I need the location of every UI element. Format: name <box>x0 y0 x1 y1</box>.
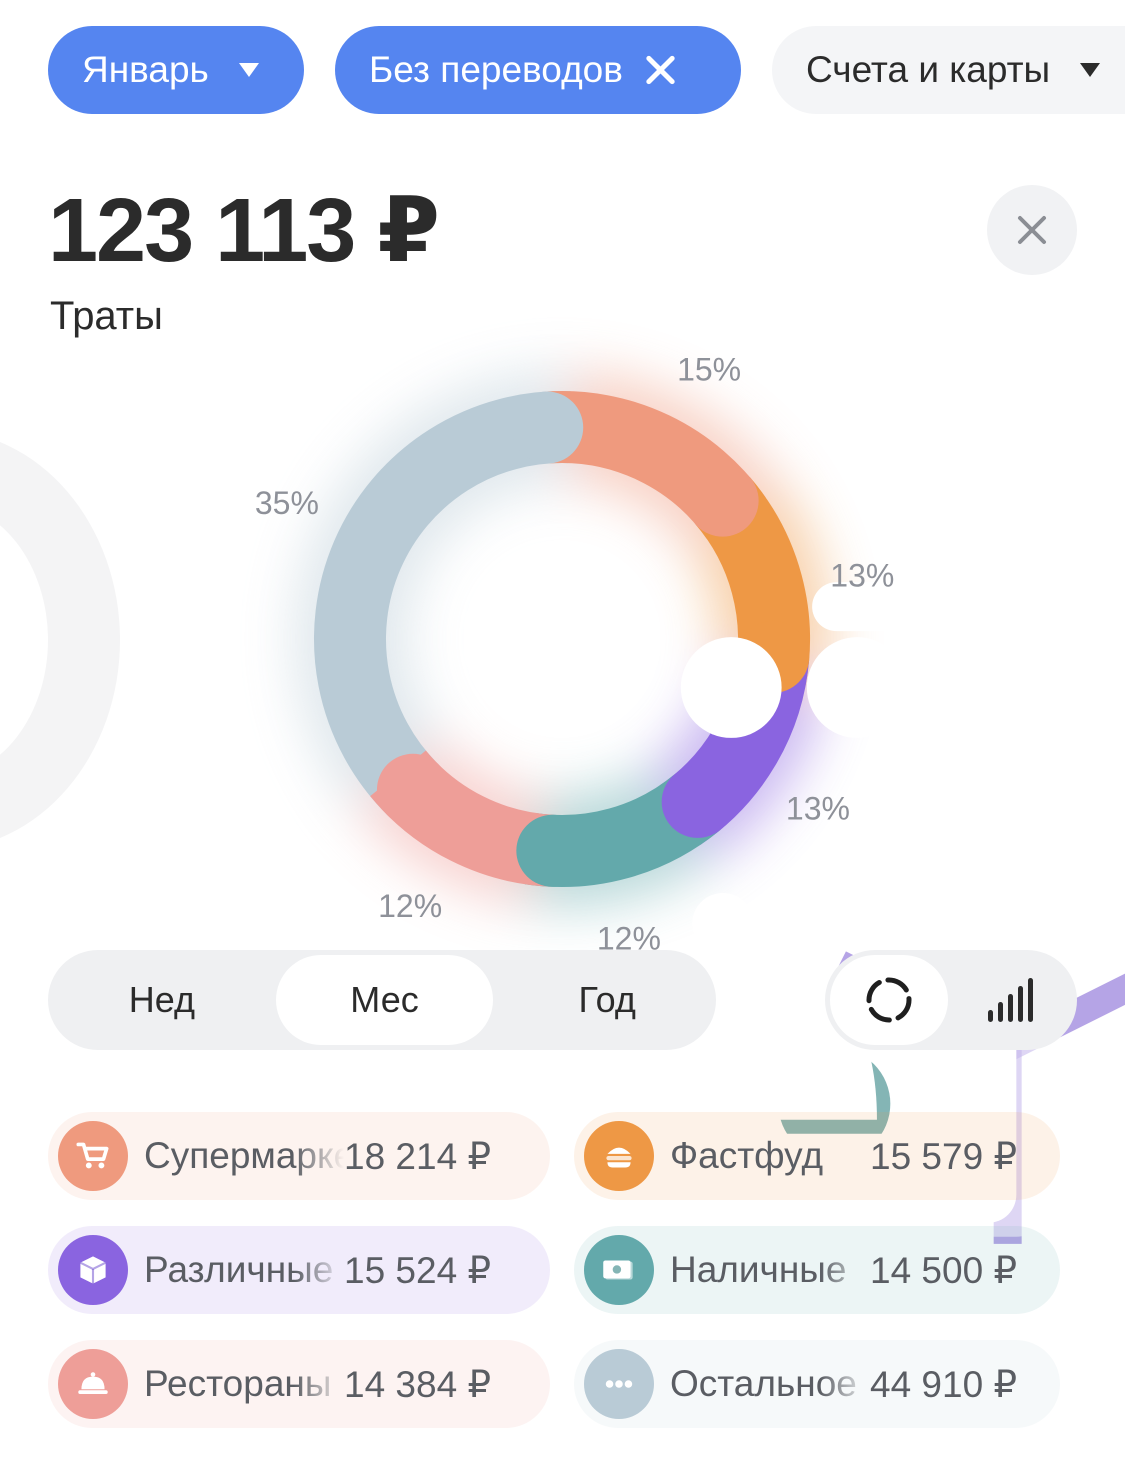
period-week-tab[interactable]: Нед <box>53 955 271 1045</box>
category-pill[interactable]: Рестораны 14 384 ₽ <box>48 1340 550 1428</box>
no-transfers-label: Без переводов <box>369 49 623 90</box>
category-icon-badge <box>58 1349 128 1419</box>
category-amount: 15 524 ₽ <box>344 1249 491 1291</box>
category-icon-badge <box>584 1349 654 1419</box>
slice-percent-label: 13% <box>786 791 850 827</box>
category-name: Различные товары <box>144 1249 344 1290</box>
category-name: Супермаркеты <box>144 1135 344 1176</box>
donut-svg: 15%13%13%12%12%35% <box>255 352 1125 1244</box>
slice-percent-label: 13% <box>830 557 894 593</box>
category-pill[interactable]: Остальное 44 910 ₽ <box>574 1340 1060 1428</box>
category-amount: 44 910 ₽ <box>870 1363 1017 1405</box>
category-amount: 14 384 ₽ <box>344 1363 491 1405</box>
period-month-tab[interactable]: Мес <box>275 955 494 1045</box>
bars-view-button[interactable] <box>953 955 1071 1045</box>
category-pill[interactable]: Различные товары15 524 ₽ <box>48 1226 550 1314</box>
month-filter-label: Январь <box>82 49 209 90</box>
slice-percent-label: 35% <box>255 485 319 521</box>
period-selector: Нед Мес Год <box>48 950 716 1050</box>
category-amount: 15 579 ₽ <box>870 1135 1017 1177</box>
donut-icon <box>866 977 912 1023</box>
expenses-screen: Январь Без переводов Счета и карты 123 1… <box>0 0 1125 1465</box>
box-icon <box>79 1256 107 1284</box>
category-icon-badge <box>584 1235 654 1305</box>
category-name: Фастфуд <box>670 1135 824 1176</box>
dots-icon <box>680 637 1034 738</box>
accounts-filter-chip[interactable]: Счета и карты <box>772 26 1125 114</box>
chart-view-toggle <box>825 950 1077 1050</box>
category-amount: 18 214 ₽ <box>344 1135 491 1177</box>
bars-icon <box>988 978 1033 1022</box>
period-year-tab[interactable]: Год <box>498 955 716 1045</box>
cash-icon <box>603 1260 633 1280</box>
cart-icon <box>76 1142 109 1169</box>
total-label: Траты <box>50 294 163 338</box>
no-transfers-filter-chip[interactable]: Без переводов <box>335 26 741 114</box>
category-name: Рестораны <box>144 1363 332 1404</box>
month-filter-chip[interactable]: Январь <box>48 26 304 114</box>
total-amount: 123 113 ₽ <box>48 181 440 281</box>
category-pill[interactable]: Фастфуд 15 579 ₽ <box>574 1112 1060 1200</box>
close-icon[interactable] <box>645 55 675 85</box>
category-name: Наличные <box>670 1249 847 1290</box>
slice-percent-label: 15% <box>677 352 741 388</box>
dots-icon <box>605 1380 633 1388</box>
chevron-down-icon <box>238 63 259 77</box>
expenses-donut-chart: 15% 13% 13% 12% 12% 35% <box>230 352 1125 1244</box>
category-name: Остальное <box>670 1363 857 1404</box>
category-icon-badge <box>58 1235 128 1305</box>
category-amount: 14 500 ₽ <box>870 1249 1017 1291</box>
category-pill[interactable]: Наличные 14 500 ₽ <box>574 1226 1060 1314</box>
category-pill[interactable]: Супермаркеты18 214 ₽ <box>48 1112 550 1200</box>
burger-icon <box>606 1147 632 1168</box>
category-icon-badge <box>58 1121 128 1191</box>
adjacent-chart-ghost <box>0 430 120 850</box>
chevron-down-icon <box>1080 63 1101 77</box>
accounts-filter-label: Счета и карты <box>806 49 1051 90</box>
close-button[interactable] <box>987 185 1077 275</box>
donut-view-button[interactable] <box>830 955 948 1045</box>
slice-percent-label: 12% <box>378 888 442 924</box>
cloche-icon <box>78 1372 108 1394</box>
category-icon-badge <box>584 1121 654 1191</box>
